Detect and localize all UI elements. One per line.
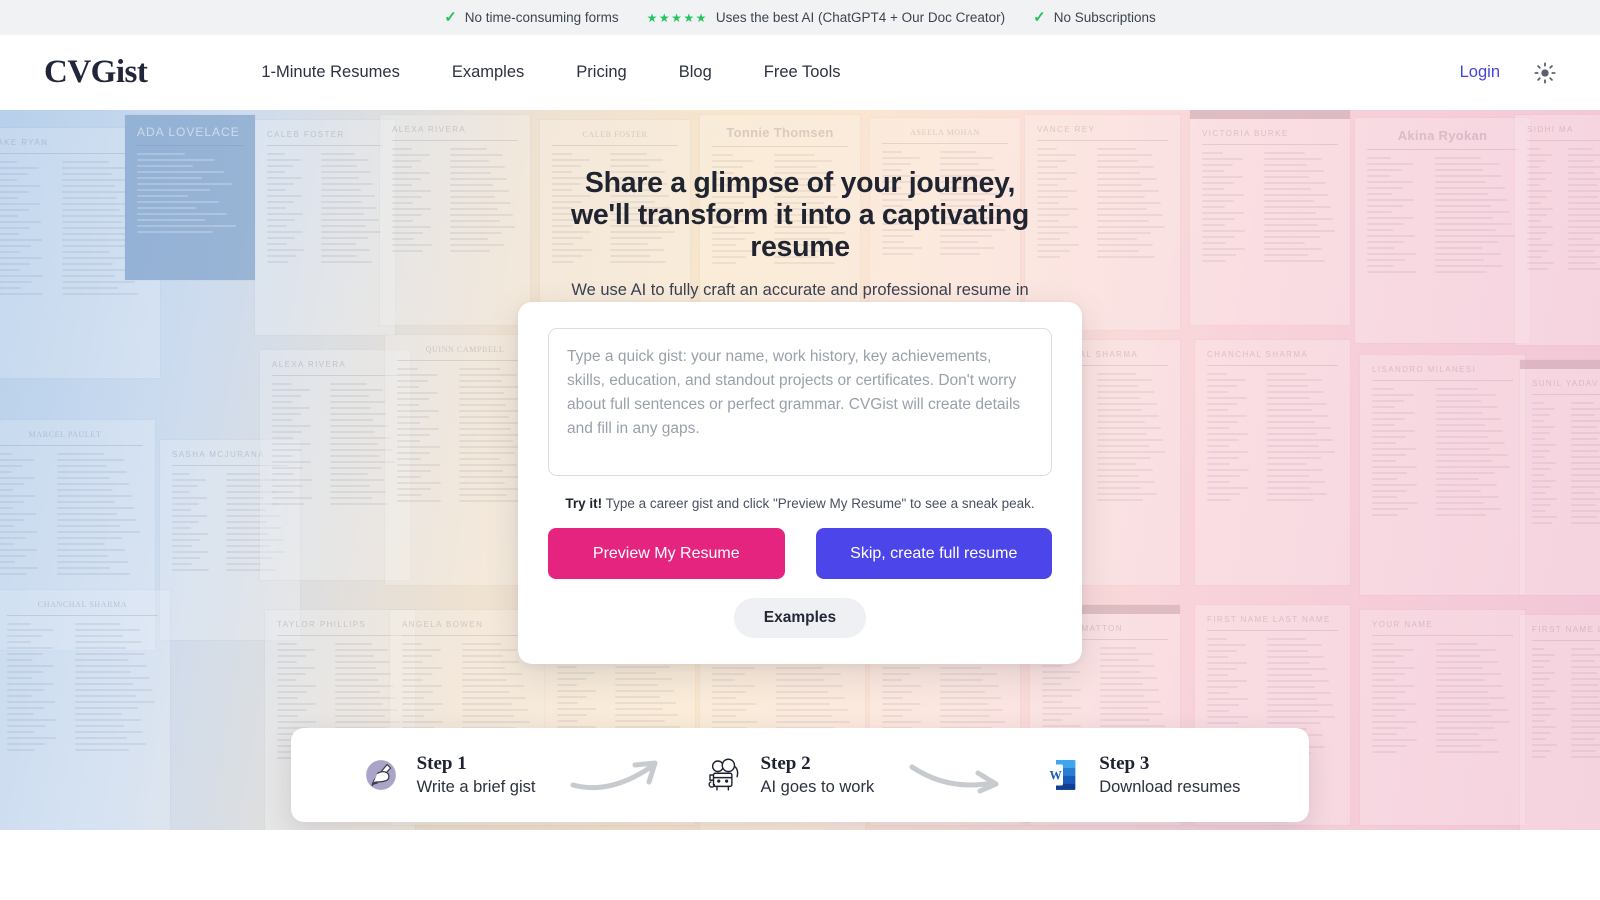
nav-item-1-minute-resumes[interactable]: 1-Minute Resumes — [261, 63, 399, 82]
bottom-section: Elevate your professional presence in un… — [0, 830, 1600, 900]
robot-icon — [703, 754, 745, 796]
page-title: Share a glimpse of your journey, we'll t… — [570, 167, 1030, 263]
step-3: W Step 3 Download resumes — [1042, 753, 1240, 797]
collage-resume-name: Alexa Rivera — [392, 125, 467, 134]
nav-item-examples[interactable]: Examples — [452, 63, 524, 82]
announcement-item-1: ✓ No time-consuming forms — [444, 10, 618, 25]
announcement-item-2: ★★★★★ Uses the best AI (ChatGPT4 + Our D… — [647, 10, 1006, 25]
announcement-item-1-text: No time-consuming forms — [464, 10, 619, 25]
examples-row: Examples — [548, 598, 1052, 638]
step-1-label: Step 1 — [416, 752, 467, 774]
stars-icon: ★★★★★ — [646, 10, 708, 25]
nav-item-pricing[interactable]: Pricing — [576, 63, 626, 82]
collage-resume-name: Angela Bowen — [402, 620, 484, 629]
check-icon: ✓ — [1033, 9, 1046, 26]
step-3-desc: Download resumes — [1099, 777, 1241, 796]
step-3-label: Step 3 — [1099, 752, 1150, 774]
nav-item-blog[interactable]: Blog — [679, 63, 712, 82]
arrow-right-icon — [569, 755, 669, 795]
steps-bar: Step 1 Write a brief gist Step 2 AI goes… — [291, 728, 1309, 822]
collage-resume-name: CALEB FOSTER — [267, 130, 345, 139]
step-2-label: Step 2 — [760, 752, 811, 774]
step-2: Step 2 AI goes to work — [703, 753, 874, 797]
examples-button[interactable]: Examples — [733, 598, 867, 638]
cta-button-row: Preview My Resume Skip, create full resu… — [548, 528, 1052, 579]
collage-resume-name: Taylor Phillips — [277, 620, 367, 629]
collage-resume-name: LISANDRO MILANESI — [1372, 365, 1477, 374]
collage-resume-name: Chanchal Sharma — [37, 600, 128, 609]
collage-resume-thumbnail: LISANDRO MILANESI — [1360, 355, 1525, 595]
collage-resume-thumbnail: Chanchal Sharma — [0, 590, 170, 830]
collage-resume-name: Akina Ryokan — [1397, 128, 1488, 143]
step-1-text: Step 1 Write a brief gist — [417, 753, 536, 797]
collage-resume-name: ADA LOVELACE — [137, 125, 240, 139]
main-navigation: 1-Minute Resumes Examples Pricing Blog F… — [261, 63, 840, 82]
announcement-item-2-text: Uses the best AI (ChatGPT4 + Our Doc Cre… — [715, 10, 1006, 25]
skip-create-full-resume-button[interactable]: Skip, create full resume — [815, 528, 1052, 579]
step-2-text: Step 2 AI goes to work — [760, 753, 874, 797]
announcement-item-3-text: No Subscriptions — [1053, 10, 1156, 25]
svg-text:W: W — [1050, 768, 1063, 782]
collage-resume-name: VICTORIA BURKE — [1202, 129, 1289, 138]
try-it-bold: Try it! — [565, 496, 603, 511]
collage-resume-thumbnail: SUNIL YADAV — [1520, 360, 1600, 595]
hero-section: Jake RyanADA LOVELACEMarcel PauletSasha … — [0, 110, 1600, 830]
word-document-icon: W — [1042, 754, 1084, 796]
collage-resume-name: Quinn Campbell — [425, 345, 505, 354]
gist-input-card: Try it! Type a career gist and click "Pr… — [518, 302, 1082, 664]
collage-resume-name: First Name Last Name — [1532, 625, 1600, 634]
gist-textarea[interactable] — [548, 328, 1052, 476]
step-3-text: Step 3 Download resumes — [1099, 753, 1240, 797]
collage-resume-name: ASEELA MOHAN — [910, 128, 980, 137]
collage-resume-name: Vance Rey — [1037, 125, 1096, 134]
collage-resume-name: Tonnie Thomsen — [726, 125, 834, 140]
collage-resume-thumbnail: First Name Last Name — [1520, 615, 1600, 830]
logo[interactable]: CVGist — [44, 54, 148, 91]
collage-resume-name: SUNIL YADAV — [1532, 379, 1599, 388]
step-1: Step 1 Write a brief gist — [360, 753, 536, 797]
collage-resume-name: CALEB FOSTER — [582, 130, 648, 139]
collage-resume-name: First Name Last Name — [1207, 615, 1331, 624]
site-header: CVGist 1-Minute Resumes Examples Pricing… — [0, 35, 1600, 110]
collage-resume-name: Alexa Rivera — [272, 360, 347, 369]
collage-resume-thumbnail: Your Name — [1360, 610, 1525, 825]
collage-resume-name: Chanchal Sharma — [1207, 350, 1309, 359]
announcement-item-3: ✓ No Subscriptions — [1033, 10, 1156, 25]
collage-resume-name: Your Name — [1372, 620, 1434, 629]
step-2-desc: AI goes to work — [760, 777, 875, 796]
step-1-desc: Write a brief gist — [416, 777, 536, 796]
header-actions: Login — [1460, 61, 1556, 84]
preview-my-resume-button[interactable]: Preview My Resume — [548, 528, 785, 579]
login-button[interactable]: Login — [1460, 63, 1500, 82]
announcement-bar: ✓ No time-consuming forms ★★★★★ Uses the… — [0, 0, 1600, 35]
try-it-hint: Try it! Type a career gist and click "Pr… — [548, 496, 1052, 511]
collage-resume-thumbnail: Chanchal Sharma — [1195, 340, 1350, 585]
arrow-right-icon — [908, 755, 1008, 795]
check-icon: ✓ — [444, 9, 457, 26]
collage-resume-name: SIDHI MA — [1527, 125, 1574, 134]
sun-icon[interactable] — [1534, 61, 1556, 84]
try-it-rest: Type a career gist and click "Preview My… — [602, 496, 1035, 511]
collage-resume-name: Marcel Paulet — [28, 430, 102, 439]
hand-writing-pen-icon — [360, 754, 402, 796]
nav-item-free-tools[interactable]: Free Tools — [764, 63, 841, 82]
